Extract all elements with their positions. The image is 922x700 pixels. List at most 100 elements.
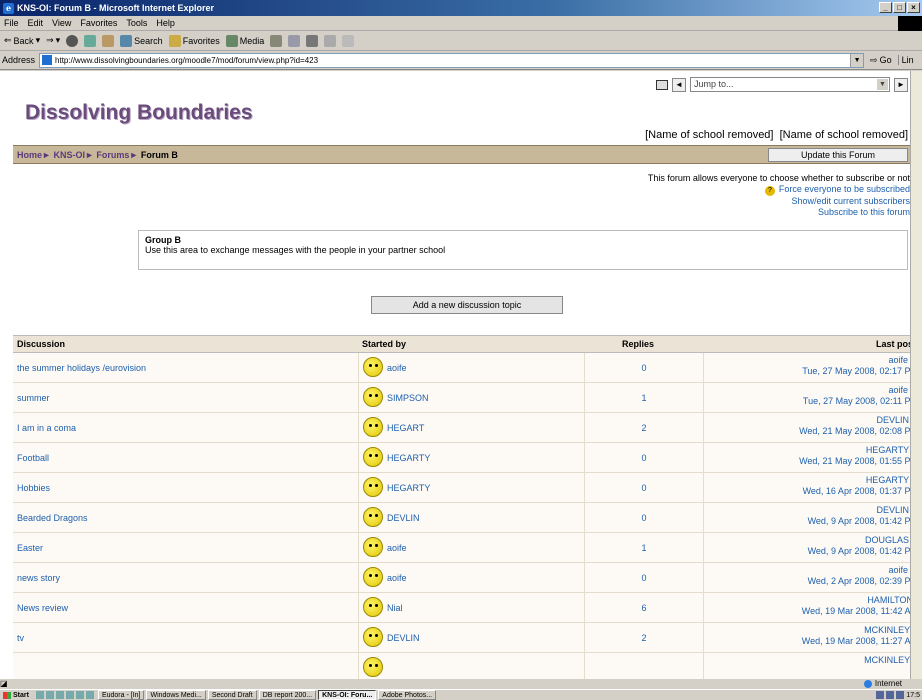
discussion-link[interactable]: the summer holidays /eurovision (17, 363, 146, 373)
menu-favorites[interactable]: Favorites (80, 18, 117, 28)
minimize-button[interactable]: _ (879, 2, 892, 13)
tray-icon[interactable] (896, 691, 905, 699)
replies-link[interactable]: 0 (585, 363, 703, 373)
url-input[interactable]: http://www.dissolvingboundaries.org/mood… (39, 52, 865, 68)
avatar[interactable] (363, 477, 383, 497)
discussion-link[interactable]: News review (17, 603, 68, 613)
starter-link[interactable]: Nial (387, 603, 403, 613)
starter-link[interactable]: DEVLIN (387, 513, 420, 523)
last-post-author[interactable]: HAMILTON I (802, 595, 918, 606)
taskbar-task[interactable]: Eudora - [In] (97, 690, 145, 700)
prev-activity-button[interactable]: ◄ (672, 77, 686, 92)
quicklaunch-icon[interactable] (55, 691, 64, 699)
replies-link[interactable]: 1 (585, 543, 703, 553)
discuss-icon[interactable] (342, 34, 355, 47)
help-icon[interactable]: ? (764, 186, 775, 196)
next-activity-button[interactable]: ► (894, 77, 908, 92)
last-post-author[interactable]: DEVLIN C (808, 505, 918, 516)
last-post-date[interactable]: Wed, 9 Apr 2008, 01:42 PM (808, 546, 918, 557)
discussion-link[interactable]: news story (17, 573, 60, 583)
last-post-date[interactable]: Wed, 16 Apr 2008, 01:37 PM (803, 486, 918, 497)
starter-link[interactable]: aoife (387, 543, 407, 553)
last-post-date[interactable]: Wed, 21 May 2008, 01:55 PM (799, 456, 918, 467)
last-post-author[interactable]: HEGARTY C (799, 445, 918, 456)
jump-to-select[interactable]: Jump to... ▼ (690, 77, 890, 92)
quicklaunch-icon[interactable] (75, 691, 84, 699)
last-post-date[interactable]: Wed, 19 Mar 2008, 11:42 AM (802, 606, 918, 617)
quicklaunch-icon[interactable] (35, 691, 44, 699)
chevron-down-icon[interactable]: ▼ (850, 53, 864, 67)
col-replies[interactable]: Replies (622, 339, 654, 349)
stop-icon[interactable] (66, 34, 79, 47)
last-post-date[interactable]: Tue, 27 May 2008, 02:17 PM (802, 366, 918, 377)
close-button[interactable]: × (907, 2, 920, 13)
taskbar-task[interactable]: DB report 200... (258, 690, 317, 700)
tray-icon[interactable] (876, 691, 885, 699)
last-post-author[interactable]: HEGARTY C (803, 475, 918, 486)
quicklaunch-icon[interactable] (65, 691, 74, 699)
quicklaunch-icon[interactable] (85, 691, 94, 699)
discussion-link[interactable]: tv (17, 633, 24, 643)
avatar[interactable] (363, 357, 383, 377)
replies-link[interactable]: 6 (585, 603, 703, 613)
site-title[interactable]: Dissolving Boundaries (25, 101, 253, 125)
last-post-date[interactable]: Tue, 27 May 2008, 02:11 PM (803, 396, 918, 407)
go-button[interactable]: ⇨ Go (870, 55, 892, 66)
maximize-button[interactable]: □ (893, 2, 906, 13)
replies-link[interactable]: 0 (585, 483, 703, 493)
subscribe-link[interactable]: Subscribe to this forum (648, 207, 910, 218)
discussion-link[interactable]: I am in a coma (17, 423, 76, 433)
starter-link[interactable]: HEGARTY (387, 453, 430, 463)
home-icon[interactable] (102, 34, 115, 47)
last-post-author[interactable]: aoife m (808, 565, 918, 576)
breadcrumb-home[interactable]: Home (17, 150, 42, 160)
tray-icon[interactable] (886, 691, 895, 699)
avatar[interactable] (363, 417, 383, 437)
show-subscribers-link[interactable]: Show/edit current subscribers (648, 196, 910, 207)
clock[interactable]: 17:5 (906, 692, 920, 699)
starter-link[interactable]: aoife (387, 573, 407, 583)
search-button[interactable]: Search (120, 34, 163, 47)
last-post-date[interactable]: Wed, 19 Mar 2008, 11:27 AM (802, 636, 918, 647)
start-button[interactable]: Start (0, 691, 32, 699)
replies-link[interactable]: 0 (585, 453, 703, 463)
discussion-link[interactable]: Easter (17, 543, 43, 553)
refresh-icon[interactable] (84, 34, 97, 47)
starter-link[interactable]: DEVLIN (387, 633, 420, 643)
history-icon[interactable] (270, 34, 283, 47)
menu-help[interactable]: Help (156, 18, 175, 28)
col-discussion[interactable]: Discussion (17, 339, 65, 349)
breadcrumb-forums[interactable]: Forums (96, 150, 129, 160)
quicklaunch-icon[interactable] (45, 691, 54, 699)
discussion-link[interactable]: Football (17, 453, 49, 463)
avatar[interactable] (363, 537, 383, 557)
favorites-button[interactable]: Favorites (168, 34, 220, 47)
back-button[interactable]: ⇐ Back ▾ (4, 35, 40, 46)
taskbar-task[interactable]: Windows Medi... (146, 690, 206, 700)
replies-link[interactable]: 0 (585, 513, 703, 523)
replies-link[interactable]: 2 (585, 423, 703, 433)
last-post-date[interactable]: Wed, 9 Apr 2008, 01:42 PM (808, 516, 918, 527)
avatar[interactable] (363, 507, 383, 527)
forward-button[interactable]: ⇒ ▾ (46, 35, 60, 46)
replies-link[interactable]: 0 (585, 573, 703, 583)
menu-file[interactable]: File (4, 18, 19, 28)
discussion-link[interactable]: summer (17, 393, 50, 403)
avatar[interactable] (363, 387, 383, 407)
last-post-date[interactable]: Wed, 2 Apr 2008, 02:39 PM (808, 576, 918, 587)
col-started-by[interactable]: Started by (362, 339, 406, 349)
starter-link[interactable]: HEGARTY (387, 483, 430, 493)
discussion-link[interactable]: Bearded Dragons (17, 513, 88, 523)
discussion-link[interactable]: Hobbies (17, 483, 50, 493)
mail-icon[interactable] (288, 34, 301, 47)
avatar[interactable] (363, 447, 383, 467)
print-icon[interactable] (306, 34, 319, 47)
breadcrumb-course[interactable]: KNS-OI (53, 150, 85, 160)
force-subscribe-link[interactable]: Force everyone to be subscribed (779, 184, 910, 194)
last-post-author[interactable]: DEVLIN C (799, 415, 918, 426)
last-post-author[interactable]: MCKINLEY A (802, 625, 918, 636)
avatar[interactable] (363, 627, 383, 647)
links-label[interactable]: Lin (897, 55, 914, 65)
media-button[interactable]: Media (225, 34, 264, 47)
last-post-author[interactable]: DOUGLAS C (808, 535, 918, 546)
